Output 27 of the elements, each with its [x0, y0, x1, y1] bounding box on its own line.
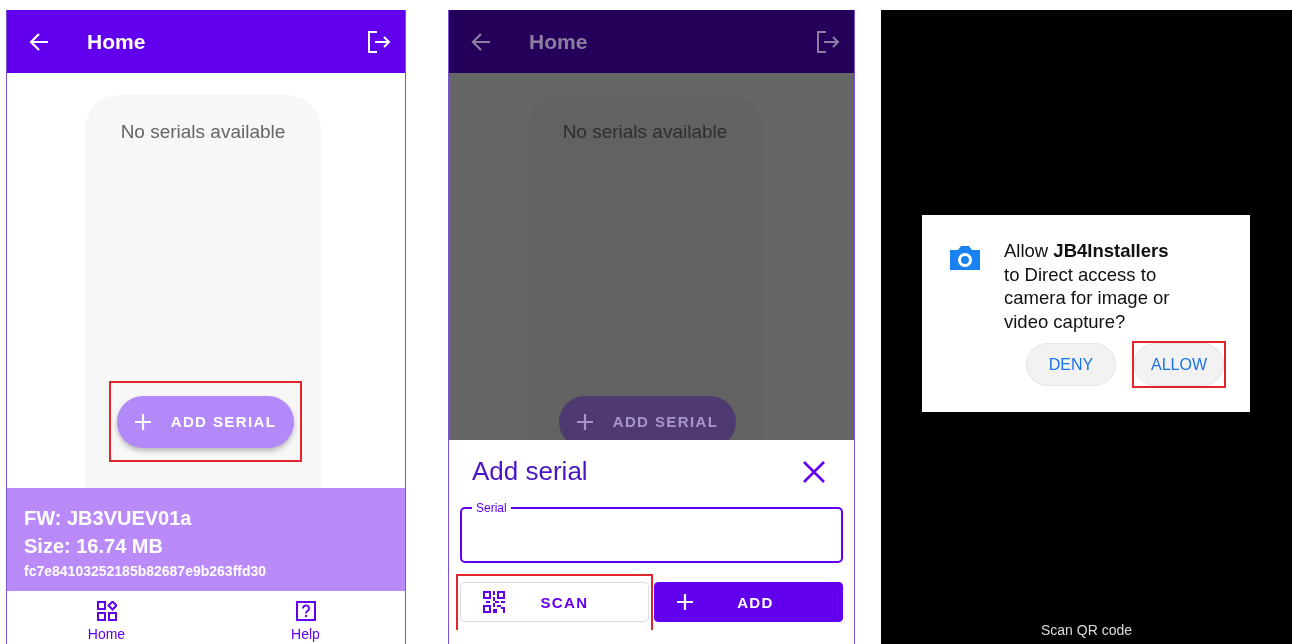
camera-icon	[948, 245, 982, 271]
add-button[interactable]: ADD	[654, 582, 843, 622]
plus-icon	[677, 594, 693, 610]
help-icon	[295, 601, 316, 621]
firmware-size: Size: 16.74 MB	[24, 534, 164, 559]
firmware-hash: fc7e84103252185b82687e9b263ffd30	[24, 562, 268, 581]
grid-icon	[96, 601, 117, 621]
firmware-name: FW: JB3VUEV01a	[24, 506, 193, 531]
sheet-title: Add serial	[472, 456, 588, 487]
plus-icon	[576, 413, 593, 430]
dialog-button[interactable]: ALLOW	[1134, 343, 1224, 386]
dialog-button[interactable]: DENY	[1026, 343, 1116, 386]
qr-code-icon	[483, 591, 505, 613]
app-bar-title: Home	[87, 29, 147, 54]
permission-message: Allow JB4Installers to Direct access to camera for image or video capture?	[1004, 239, 1171, 333]
empty-message: No serials available	[120, 121, 286, 143]
nav-item[interactable]: Help	[206, 591, 405, 644]
scan-button[interactable]: SCAN	[460, 582, 649, 622]
logout-icon[interactable]	[816, 30, 840, 53]
back-arrow-icon[interactable]	[471, 32, 491, 51]
serial-field[interactable]: Serial	[460, 501, 843, 563]
logout-icon[interactable]	[367, 30, 391, 53]
plus-icon	[134, 413, 151, 430]
scan-caption: Scan QR code	[1040, 622, 1133, 638]
app-bar-title: Home	[529, 29, 589, 54]
close-icon[interactable]	[803, 460, 825, 483]
nav-item[interactable]: Home	[7, 591, 206, 644]
